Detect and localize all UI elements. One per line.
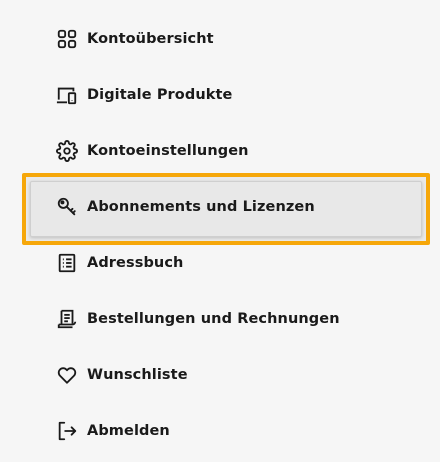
- menu-item-kontoeinstellungen[interactable]: Kontoeinstellungen: [56, 139, 249, 163]
- menu-item-adressbuch[interactable]: Adressbuch: [56, 251, 183, 275]
- menu-item-label: Bestellungen und Rechnungen: [87, 311, 340, 327]
- menu-item-label: Kontoübersicht: [87, 31, 214, 47]
- menu-item-label: Abmelden: [87, 423, 170, 439]
- menu-item-wunschliste[interactable]: Wunschliste: [56, 363, 188, 387]
- menu-item-bestellungen-und-rechnungen[interactable]: Bestellungen und Rechnungen: [56, 307, 340, 331]
- receipt-icon: [56, 308, 78, 330]
- address-book-icon: [56, 252, 78, 274]
- heart-icon: [56, 364, 78, 386]
- menu-item-label: Digitale Produkte: [87, 87, 233, 103]
- menu-item-abonnements-und-lizenzen[interactable]: Abonnements und Lizenzen: [56, 195, 315, 219]
- menu-item-label: Wunschliste: [87, 367, 188, 383]
- key-icon: [56, 196, 78, 218]
- menu-item-kontouebersicht[interactable]: Kontoübersicht: [56, 27, 214, 51]
- gear-icon: [56, 140, 78, 162]
- menu-item-digitale-produkte[interactable]: Digitale Produkte: [56, 83, 232, 107]
- menu-item-label: Abonnements und Lizenzen: [87, 199, 315, 215]
- devices-icon: [56, 84, 78, 106]
- menu-item-abmelden[interactable]: Abmelden: [56, 419, 170, 443]
- logout-icon: [56, 420, 78, 442]
- account-menu: Kontoübersicht Digitale Produkte Kontoei…: [0, 0, 440, 462]
- menu-item-label: Kontoeinstellungen: [87, 143, 249, 159]
- menu-item-label: Adressbuch: [87, 255, 184, 271]
- grid-icon: [56, 28, 78, 50]
